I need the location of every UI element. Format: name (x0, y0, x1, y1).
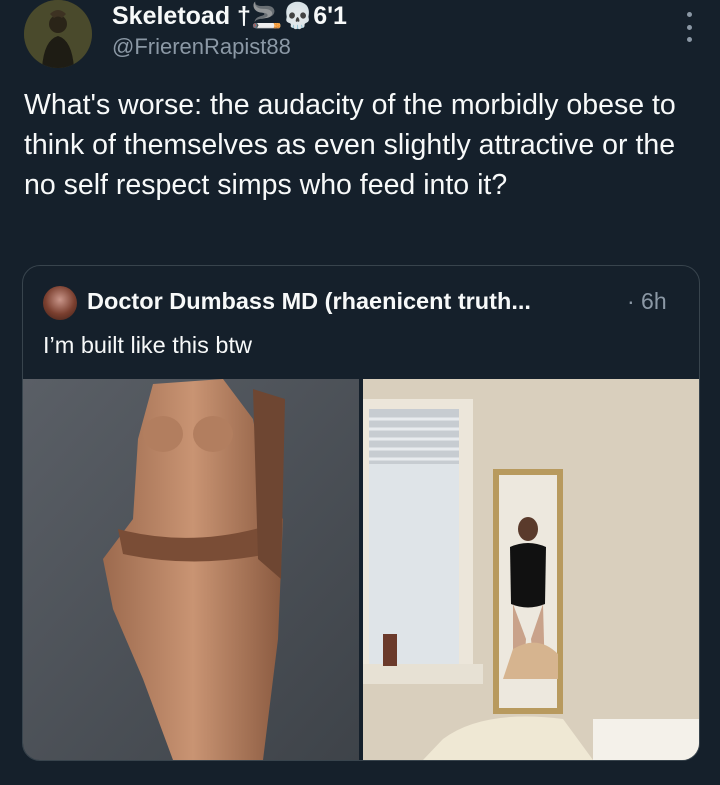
media-image-mirror-selfie[interactable] (363, 379, 699, 760)
quoted-tweet-text: I’m built like this btw (43, 332, 252, 358)
media-image-statue[interactable] (23, 379, 359, 760)
more-dot (686, 24, 692, 30)
quoted-tweet-time: · 6h (627, 288, 667, 314)
author-handle[interactable]: @FrierenRapist88 (112, 34, 291, 60)
more-dot (686, 12, 692, 17)
quoted-media-grid (23, 379, 699, 760)
more-dot (686, 37, 692, 42)
quoted-author-avatar (43, 286, 77, 320)
tweet-text: What's worse: the audacity of the morbid… (24, 89, 676, 201)
more-vertical-icon[interactable] (684, 12, 694, 42)
quoted-author-name: Doctor Dumbass MD (rhaenicent truth... (87, 288, 531, 314)
quoted-tweet-card[interactable]: Doctor Dumbass MD (rhaenicent truth... ·… (22, 265, 700, 761)
author-display-name[interactable]: Skeletoad †🚬💀6'1 (112, 2, 347, 31)
author-avatar[interactable] (24, 0, 92, 68)
